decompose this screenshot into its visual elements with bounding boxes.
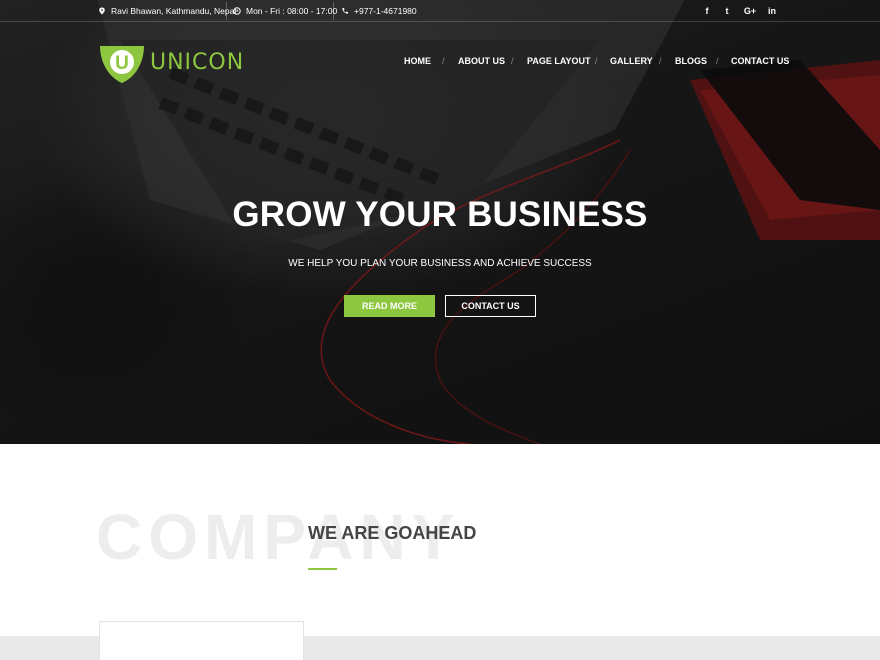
nav-separator: / (659, 56, 662, 66)
hours-info: Mon - Fri : 08:00 - 17:00 (233, 0, 337, 22)
nav-separator: / (442, 56, 445, 66)
nav-separator: / (716, 56, 719, 66)
top-info-bar: Ravi Bhawan, Kathmandu, Nepal Mon - Fri … (0, 0, 880, 22)
divider (226, 2, 227, 20)
divider (333, 2, 334, 20)
read-more-button[interactable]: READ MORE (344, 295, 435, 317)
nav-item-home[interactable]: HOME (404, 56, 431, 66)
hours-text: Mon - Fri : 08:00 - 17:00 (246, 6, 338, 16)
phone-icon (342, 8, 348, 14)
nav-separator: / (511, 56, 514, 66)
nav-item-page-layout[interactable]: PAGE LAYOUT (527, 56, 591, 66)
address-info: Ravi Bhawan, Kathmandu, Nepal (98, 0, 236, 22)
hero-title: GROW YOUR BUSINESS (232, 195, 648, 234)
linkedin-icon[interactable]: in (765, 0, 779, 22)
shield-logo-icon: U (100, 46, 144, 83)
brand-name: UNICON (150, 50, 245, 75)
logo-letter: U (115, 53, 129, 74)
title-underline (308, 568, 337, 570)
clock-icon (233, 7, 241, 15)
phone-text[interactable]: +977-1-4671980 (354, 0, 417, 22)
brand-logo[interactable]: U UNICON (98, 42, 243, 84)
hero-subtitle: WE HELP YOU PLAN YOUR BUSINESS AND ACHIE… (288, 258, 592, 269)
google-plus-icon[interactable]: G+ (743, 0, 757, 22)
twitter-icon[interactable]: t (720, 0, 734, 22)
content-card (99, 621, 304, 660)
phone-info: +977-1-4671980 (341, 0, 417, 22)
nav-item-blogs[interactable]: BLOGS (675, 56, 707, 66)
hero-banner: Ravi Bhawan, Kathmandu, Nepal Mon - Fri … (0, 0, 880, 444)
nav-item-about-us[interactable]: ABOUT US (458, 56, 505, 66)
contact-us-button[interactable]: CONTACT US (445, 295, 536, 317)
map-pin-icon (99, 7, 105, 15)
nav-item-contact-us[interactable]: CONTACT US (731, 56, 789, 66)
facebook-icon[interactable]: f (700, 0, 714, 22)
nav-item-gallery[interactable]: GALLERY (610, 56, 653, 66)
nav-separator: / (595, 56, 598, 66)
section-title: WE ARE GOAHEAD (308, 523, 477, 543)
address-text: Ravi Bhawan, Kathmandu, Nepal (111, 6, 237, 16)
